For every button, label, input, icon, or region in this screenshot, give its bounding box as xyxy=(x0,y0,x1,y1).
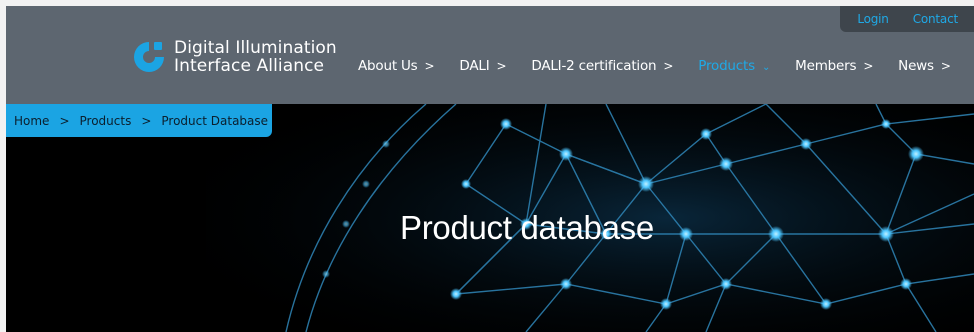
logo-line-1: Digital Illumination xyxy=(174,38,337,58)
breadcrumb: Home > Products > Product Database xyxy=(6,104,272,137)
page-title: Product database xyxy=(400,209,654,246)
nav-label: News xyxy=(898,58,934,74)
nav-label: Members xyxy=(795,58,857,74)
nav-item-products[interactable]: Products ⌄ xyxy=(698,58,770,74)
dali-logo[interactable]: Digital Illumination Interface Alliance xyxy=(132,38,337,80)
chevron-right-icon: > xyxy=(940,59,951,73)
breadcrumb-current: Product Database xyxy=(161,113,269,128)
nav-label: About Us xyxy=(358,58,418,74)
site-header: Login Contact Digital Illumination Inter… xyxy=(6,6,974,104)
nav-label: DALI-2 certification xyxy=(531,58,657,74)
breadcrumb-separator: > xyxy=(141,113,152,128)
logo-text: Digital Illumination Interface Alliance xyxy=(174,38,337,76)
nav-label: DALI xyxy=(459,58,490,74)
chevron-right-icon: > xyxy=(663,59,674,73)
nav-item-news[interactable]: News > xyxy=(898,58,951,74)
nav-item-dali[interactable]: DALI > xyxy=(459,58,506,74)
breadcrumb-home[interactable]: Home xyxy=(14,114,49,128)
nav-label: Products xyxy=(698,58,755,74)
hero-banner: Product database xyxy=(6,103,974,332)
logo-line-2: Interface Alliance xyxy=(174,55,325,76)
utility-nav: Login Contact xyxy=(840,6,974,32)
main-nav: About Us > DALI > DALI-2 certification > Pr… xyxy=(358,57,951,75)
nav-item-about-us[interactable]: About Us > xyxy=(358,58,435,74)
chevron-right-icon: > xyxy=(863,59,874,73)
chevron-right-icon: > xyxy=(496,59,507,73)
chevron-down-icon: ⌄ xyxy=(761,62,771,73)
page-frame: Product database Login Contact Digital I… xyxy=(6,6,974,332)
nav-item-dali-2-certification[interactable]: DALI-2 certification > xyxy=(531,58,673,74)
chevron-right-icon: > xyxy=(424,59,435,73)
breadcrumb-separator: > xyxy=(59,113,70,128)
dali-logo-icon xyxy=(134,42,164,72)
breadcrumb-products[interactable]: Products xyxy=(80,114,132,128)
nav-item-members[interactable]: Members > xyxy=(795,58,873,74)
contact-link[interactable]: Contact xyxy=(913,12,958,26)
login-link[interactable]: Login xyxy=(857,12,889,26)
